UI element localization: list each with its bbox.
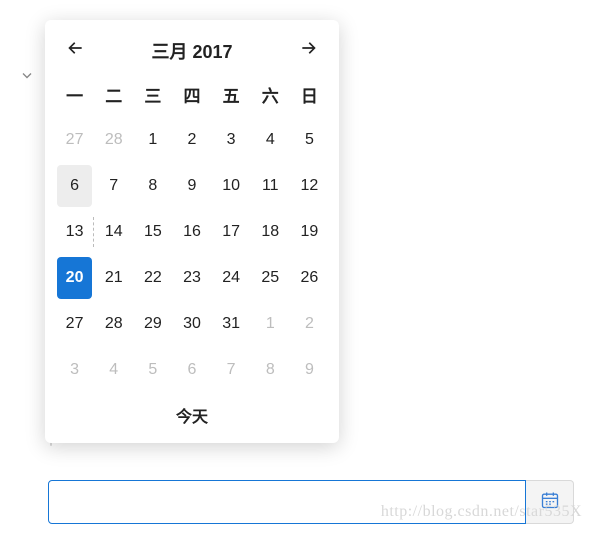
calendar-day[interactable]: 11 — [253, 165, 288, 207]
calendar-title[interactable]: 三月 2017 — [151, 38, 232, 64]
calendar-day[interactable]: 21 — [96, 257, 131, 299]
calendar-day[interactable]: 22 — [135, 257, 170, 299]
calendar-day[interactable]: 20 — [57, 257, 92, 299]
calendar-day[interactable]: 7 — [214, 349, 249, 391]
arrow-right-icon — [299, 38, 319, 64]
weekday-label: 一 — [55, 76, 94, 117]
calendar-day[interactable]: 3 — [214, 119, 249, 161]
calendar-day[interactable]: 17 — [214, 211, 249, 253]
calendar-weekdays: 一二三四五六日 — [55, 76, 329, 117]
calendar-day[interactable]: 4 — [253, 119, 288, 161]
calendar-day[interactable]: 2 — [292, 303, 327, 345]
calendar-day[interactable]: 8 — [253, 349, 288, 391]
calendar-day[interactable]: 28 — [96, 119, 131, 161]
date-input[interactable] — [48, 480, 526, 524]
calendar-header: 三月 2017 — [55, 34, 329, 76]
calendar-day[interactable]: 25 — [253, 257, 288, 299]
calendar-day[interactable]: 30 — [174, 303, 209, 345]
next-month-button[interactable] — [297, 39, 321, 63]
calendar-day[interactable]: 24 — [214, 257, 249, 299]
arrow-left-icon — [65, 38, 85, 64]
calendar-day[interactable]: 9 — [292, 349, 327, 391]
calendar-day[interactable]: 12 — [292, 165, 327, 207]
calendar-day[interactable]: 28 — [96, 303, 131, 345]
calendar-day[interactable]: 16 — [174, 211, 209, 253]
calendar-day[interactable]: 6 — [174, 349, 209, 391]
calendar-day[interactable]: 8 — [135, 165, 170, 207]
calendar-day[interactable]: 2 — [174, 119, 209, 161]
calendar-icon — [540, 490, 560, 515]
calendar-day[interactable]: 14 — [96, 211, 131, 253]
calendar-day[interactable]: 3 — [57, 349, 92, 391]
calendar-day[interactable]: 19 — [292, 211, 327, 253]
calendar-day[interactable]: 1 — [135, 119, 170, 161]
calendar-day[interactable]: 13 — [57, 211, 92, 253]
calendar-day[interactable]: 29 — [135, 303, 170, 345]
calendar-day[interactable]: 18 — [253, 211, 288, 253]
calendar-day[interactable]: 15 — [135, 211, 170, 253]
calendar-day[interactable]: 31 — [214, 303, 249, 345]
weekday-label: 二 — [94, 76, 133, 117]
calendar-day[interactable]: 10 — [214, 165, 249, 207]
calendar-day[interactable]: 7 — [96, 165, 131, 207]
calendar-day[interactable]: 27 — [57, 303, 92, 345]
calendar-days-grid: 2728123456789101112131415161718192021222… — [55, 117, 329, 393]
date-picker-button[interactable] — [526, 480, 574, 524]
calendar-day[interactable]: 27 — [57, 119, 92, 161]
calendar-day[interactable]: 6 — [57, 165, 92, 207]
chevron-down-icon — [19, 68, 35, 89]
weekday-label: 五 — [212, 76, 251, 117]
date-input-row — [48, 480, 574, 524]
today-button[interactable]: 今天 — [55, 393, 329, 433]
calendar-day[interactable]: 23 — [174, 257, 209, 299]
weekday-label: 六 — [251, 76, 290, 117]
calendar-day[interactable]: 4 — [96, 349, 131, 391]
calendar-popover: 三月 2017 一二三四五六日 272812345678910111213141… — [45, 20, 339, 443]
calendar-day[interactable]: 26 — [292, 257, 327, 299]
calendar-day[interactable]: 1 — [253, 303, 288, 345]
weekday-label: 日 — [290, 76, 329, 117]
prev-month-button[interactable] — [63, 39, 87, 63]
calendar-day[interactable]: 9 — [174, 165, 209, 207]
calendar-day[interactable]: 5 — [135, 349, 170, 391]
weekday-label: 三 — [133, 76, 172, 117]
calendar-day[interactable]: 5 — [292, 119, 327, 161]
weekday-label: 四 — [172, 76, 211, 117]
